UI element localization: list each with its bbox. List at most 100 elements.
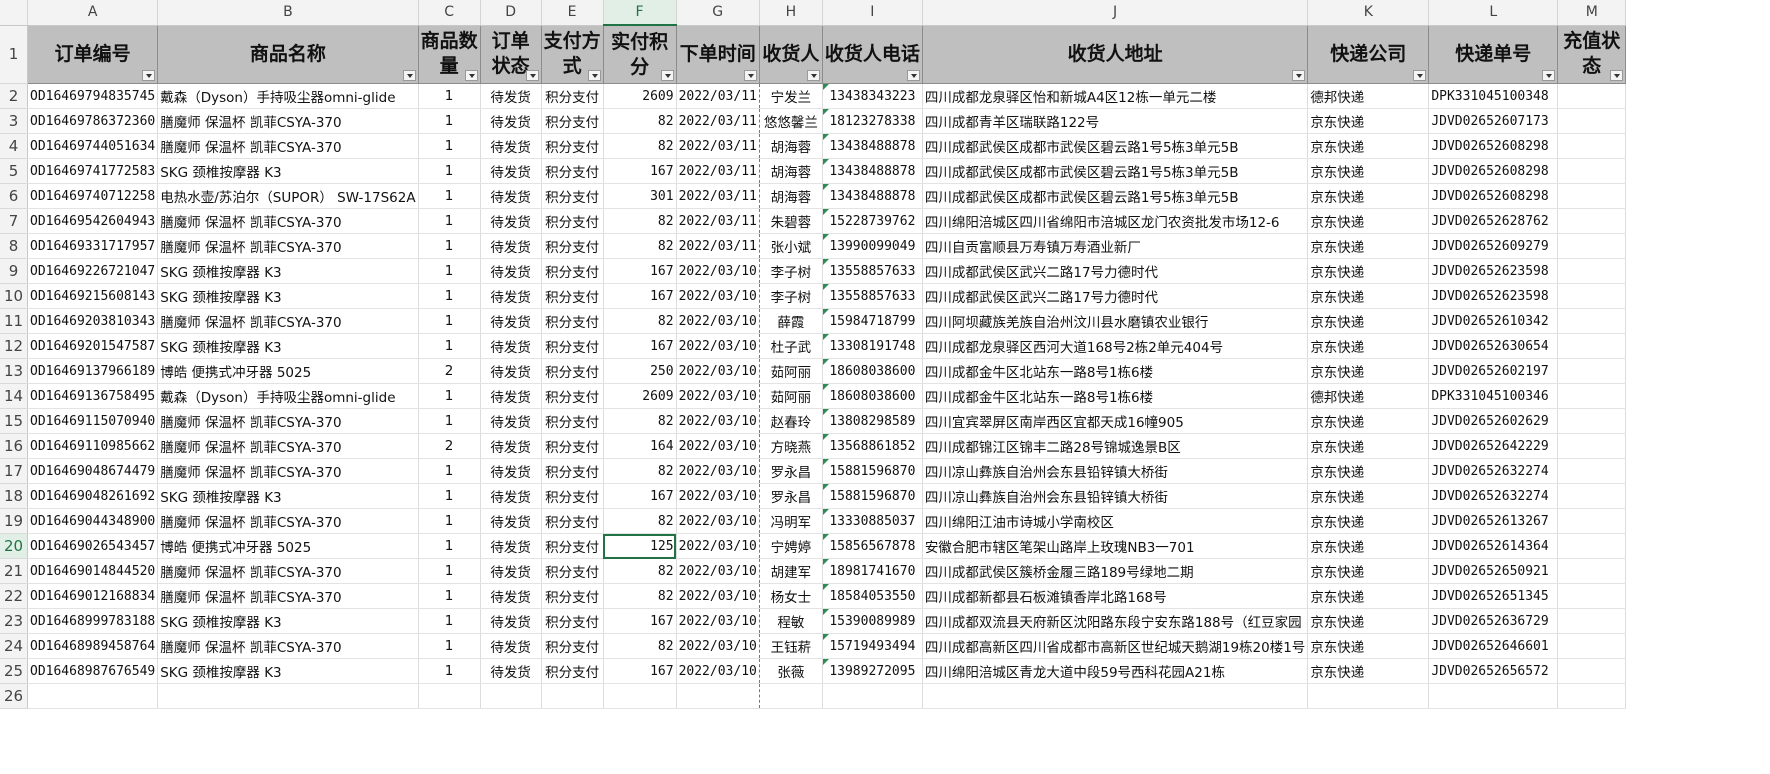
cell-K25[interactable]: 京东快递 [1307,658,1430,684]
column-letter-M[interactable]: M [1557,0,1627,26]
cell-G23[interactable]: 2022/03/10 [676,608,760,634]
cell-J22[interactable]: 四川成都新都县石板滩镇香岸北路168号 [922,583,1309,609]
cell-K12[interactable]: 京东快递 [1307,333,1430,359]
cell-D21[interactable]: 待发货 [480,558,542,584]
cell-M6[interactable] [1557,183,1627,209]
cell-L5[interactable]: JDVD02652608298 [1428,158,1559,184]
cell-C16[interactable]: 2 [418,433,481,459]
cell-F11[interactable]: 82 [603,308,677,334]
cell-I21[interactable]: 18981741670 [822,558,923,584]
cell-B15[interactable]: 膳魔师 保温杯 凯菲CSYA-370 [157,408,419,434]
cell-E18[interactable]: 积分支付 [541,483,604,509]
cell-M4[interactable] [1557,133,1627,159]
cell-C24[interactable]: 1 [418,633,481,659]
cell-F21[interactable]: 82 [603,558,677,584]
cell-I23[interactable]: 15390089989 [822,608,923,634]
cell-G13[interactable]: 2022/03/10 [676,358,760,384]
cell-E22[interactable]: 积分支付 [541,583,604,609]
row-number[interactable]: 20 [0,533,28,559]
cell-K20[interactable]: 京东快递 [1307,533,1430,559]
cell-J25[interactable]: 四川绵阳涪城区青龙大道中段59号西科花园A21栋 [922,658,1309,684]
cell-B6[interactable]: 电热水壶/苏泊尔（SUPOR） SW-17S62A [157,183,419,209]
cell-D11[interactable]: 待发货 [480,308,542,334]
filter-dropdown-icon[interactable] [660,70,674,81]
cell-H7[interactable]: 朱碧蓉 [759,208,823,234]
cell-J13[interactable]: 四川成都金牛区北站东一路8号1栋6楼 [922,358,1309,384]
cell-J8[interactable]: 四川自贡富顺县万寿镇万寿酒业新厂 [922,233,1309,259]
cell-C15[interactable]: 1 [418,408,481,434]
column-letter-E[interactable]: E [541,0,604,26]
cell-F2[interactable]: 2609 [603,83,677,109]
cell-H4[interactable]: 胡海蓉 [759,133,823,159]
cell-D4[interactable]: 待发货 [480,133,542,159]
cell-E14[interactable]: 积分支付 [541,383,604,409]
column-letter-A[interactable]: A [27,0,159,26]
cell-L15[interactable]: JDVD02652602629 [1428,408,1559,434]
cell-I22[interactable]: 18584053550 [822,583,923,609]
cell-A7[interactable]: OD16469542604943 [27,208,159,234]
cell-H19[interactable]: 冯明军 [759,508,823,534]
cell-J10[interactable]: 四川成都武侯区武兴二路17号力德时代 [922,283,1309,309]
cell-F7[interactable]: 82 [603,208,677,234]
cell-H11[interactable]: 薛霞 [759,308,823,334]
cell-M23[interactable] [1557,608,1627,634]
cell-M9[interactable] [1557,258,1627,284]
cell-L18[interactable]: JDVD02652632274 [1428,483,1559,509]
column-letter-B[interactable]: B [157,0,419,26]
cell-B24[interactable]: 膳魔师 保温杯 凯菲CSYA-370 [157,633,419,659]
cell-F17[interactable]: 82 [603,458,677,484]
cell-H3[interactable]: 悠悠馨兰 [759,108,823,134]
cell-M12[interactable] [1557,333,1627,359]
cell-J26[interactable] [922,683,1309,709]
filter-dropdown-icon[interactable] [587,70,601,81]
cell-J15[interactable]: 四川宜宾翠屏区南岸西区宜都天成16幢905 [922,408,1309,434]
column-letter-J[interactable]: J [922,0,1309,26]
cell-C25[interactable]: 1 [418,658,481,684]
cell-G11[interactable]: 2022/03/10 [676,308,760,334]
cell-D18[interactable]: 待发货 [480,483,542,509]
cell-K14[interactable]: 德邦快递 [1307,383,1430,409]
cell-C23[interactable]: 1 [418,608,481,634]
cell-C17[interactable]: 1 [418,458,481,484]
cell-E23[interactable]: 积分支付 [541,608,604,634]
cell-D23[interactable]: 待发货 [480,608,542,634]
cell-G14[interactable]: 2022/03/10 [676,383,760,409]
cell-D26[interactable] [480,683,542,709]
cell-D8[interactable]: 待发货 [480,233,542,259]
header-cell[interactable]: 快递单号 [1428,24,1559,84]
cell-I17[interactable]: 15881596870 [822,458,923,484]
cell-M11[interactable] [1557,308,1627,334]
cell-B22[interactable]: 膳魔师 保温杯 凯菲CSYA-370 [157,583,419,609]
cell-F9[interactable]: 167 [603,258,677,284]
cell-E8[interactable]: 积分支付 [541,233,604,259]
cell-J24[interactable]: 四川成都高新区四川省成都市高新区世纪城天鹅湖19栋20楼1号 [922,633,1309,659]
row-number[interactable]: 11 [0,308,28,334]
cell-C26[interactable] [418,683,481,709]
cell-M24[interactable] [1557,633,1627,659]
cell-K23[interactable]: 京东快递 [1307,608,1430,634]
cell-A20[interactable]: OD16469026543457 [27,533,159,559]
cell-M15[interactable] [1557,408,1627,434]
cell-H18[interactable]: 罗永昌 [759,483,823,509]
cell-H12[interactable]: 杜子武 [759,333,823,359]
cell-D3[interactable]: 待发货 [480,108,542,134]
cell-D10[interactable]: 待发货 [480,283,542,309]
cell-B17[interactable]: 膳魔师 保温杯 凯菲CSYA-370 [157,458,419,484]
cell-D16[interactable]: 待发货 [480,433,542,459]
cell-B13[interactable]: 博皓 便携式冲牙器 5025 [157,358,419,384]
cell-L23[interactable]: JDVD02652636729 [1428,608,1559,634]
cell-A13[interactable]: OD16469137966189 [27,358,159,384]
cell-A12[interactable]: OD16469201547587 [27,333,159,359]
column-letter-H[interactable]: H [759,0,823,26]
cell-C11[interactable]: 1 [418,308,481,334]
cell-C22[interactable]: 1 [418,583,481,609]
cell-K11[interactable]: 京东快递 [1307,308,1430,334]
cell-G20[interactable]: 2022/03/10 [676,533,760,559]
cell-G6[interactable]: 2022/03/11 [676,183,760,209]
cell-M14[interactable] [1557,383,1627,409]
cell-K21[interactable]: 京东快递 [1307,558,1430,584]
row-number[interactable]: 2 [0,83,28,109]
row-number[interactable]: 23 [0,608,28,634]
cell-C4[interactable]: 1 [418,133,481,159]
cell-G16[interactable]: 2022/03/10 [676,433,760,459]
